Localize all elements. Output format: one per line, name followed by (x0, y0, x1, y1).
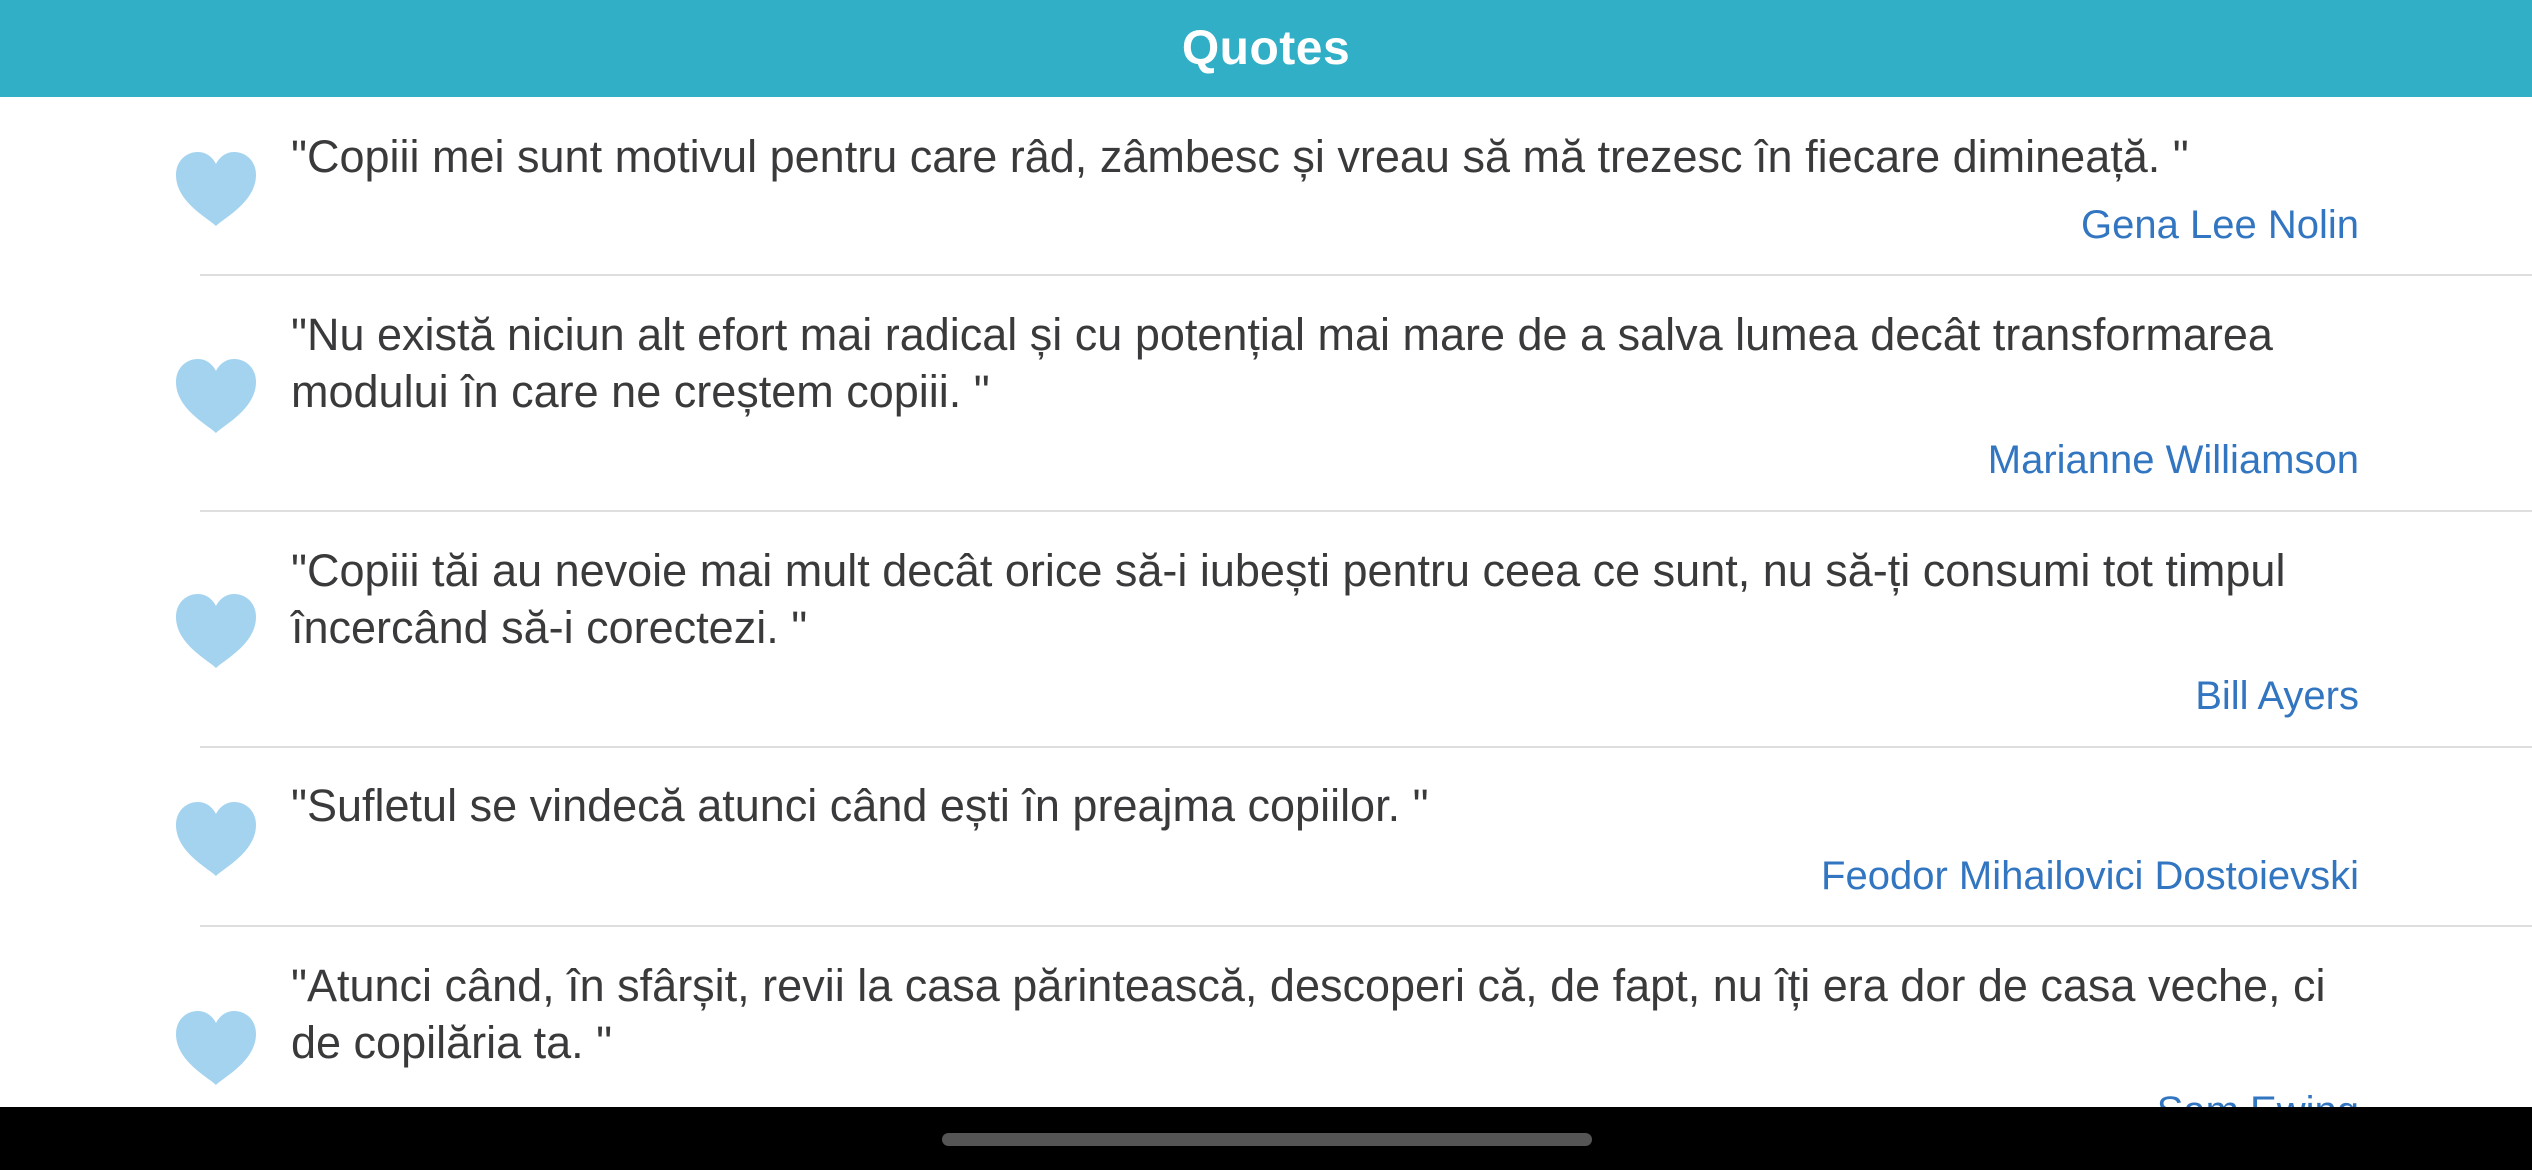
quote-author[interactable]: Feodor Mihailovici Dostoievski (1821, 852, 2359, 900)
quote-text: "Nu există niciun alt efort mai radical … (291, 309, 2273, 417)
navigation-bar: Quotes (0, 0, 2532, 97)
quote-text: "Copiii mei sunt motivul pentru care râd… (291, 131, 2189, 182)
quote-text: "Sufletul se vindecă atunci când ești în… (291, 780, 1429, 831)
quote-author[interactable]: Gena Lee Nolin (2081, 201, 2359, 249)
quote-text: "Copiii tăi au nevoie mai mult decât ori… (291, 545, 2286, 653)
home-indicator[interactable] (942, 1133, 1592, 1146)
page-title: Quotes (1181, 22, 1351, 75)
list-item[interactable]: "Nu există niciun alt efort mai radical … (0, 276, 2532, 510)
heart-icon[interactable] (174, 150, 258, 228)
list-item[interactable]: "Atunci când, în sfârșit, revii la casa … (0, 927, 2532, 1107)
quote-author[interactable]: Bill Ayers (2195, 672, 2359, 720)
quote-author[interactable]: Marianne Williamson (1988, 436, 2359, 484)
app-screen: Quotes "Copiii mei sunt motivul pentru c… (0, 0, 2532, 1170)
home-indicator-bar (0, 1107, 2532, 1170)
quote-text: "Atunci când, în sfârșit, revii la casa … (291, 960, 2326, 1068)
quote-author[interactable]: Sam Ewing (2157, 1087, 2359, 1107)
list-item[interactable]: "Sufletul se vindecă atunci când ești în… (0, 748, 2532, 925)
heart-icon[interactable] (174, 592, 258, 670)
list-item[interactable]: "Copiii mei sunt motivul pentru care râd… (0, 97, 2532, 274)
heart-icon[interactable] (174, 1009, 258, 1087)
heart-icon[interactable] (174, 357, 258, 435)
list-item[interactable]: "Copiii tăi au nevoie mai mult decât ori… (0, 512, 2532, 746)
heart-icon[interactable] (174, 800, 258, 878)
quotes-list[interactable]: "Copiii mei sunt motivul pentru care râd… (0, 97, 2532, 1107)
